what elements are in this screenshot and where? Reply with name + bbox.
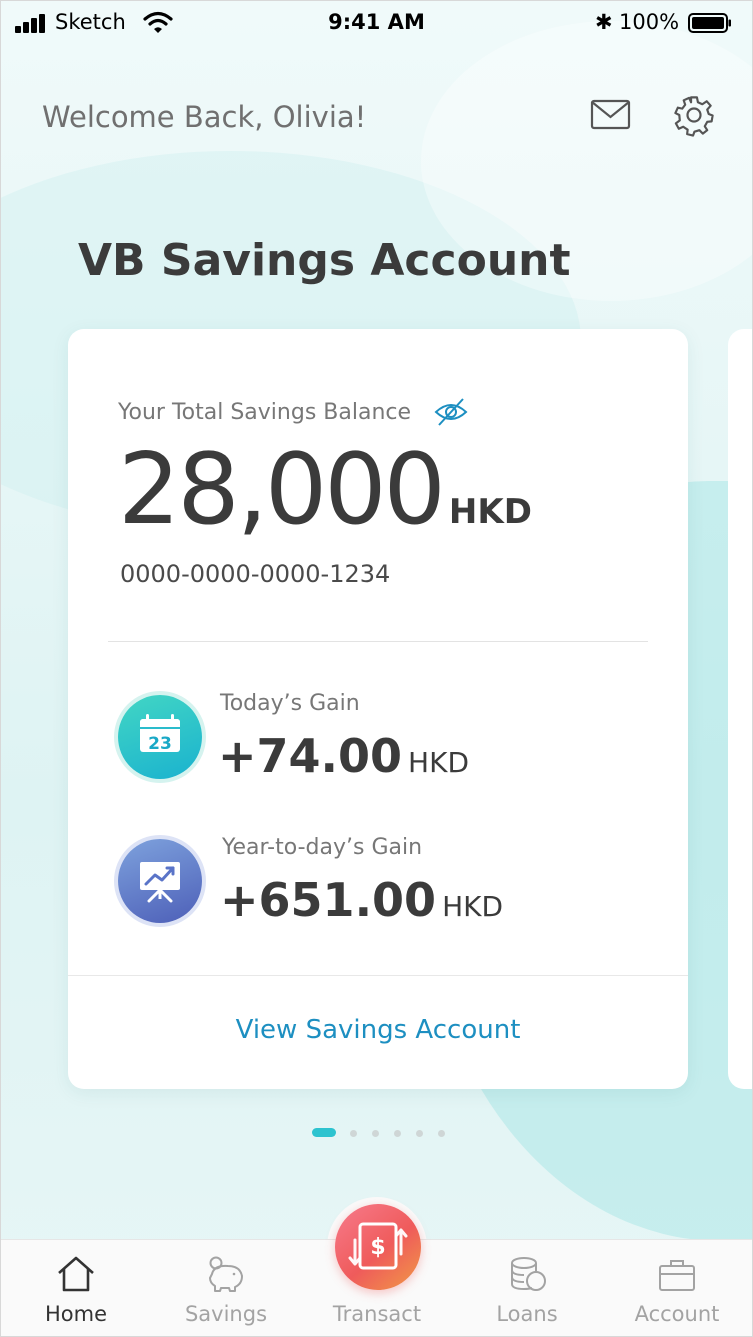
next-account-card[interactable] xyxy=(728,329,752,1089)
today-gain-label: Today’s Gain xyxy=(220,691,360,716)
mail-icon[interactable] xyxy=(589,97,633,133)
ytd-gain-currency: HKD xyxy=(442,890,504,923)
today-gain-value: +74.00 xyxy=(218,729,403,783)
calendar-icon: 23 xyxy=(118,695,202,779)
page-dot-active[interactable] xyxy=(312,1128,336,1137)
divider xyxy=(68,975,688,976)
tab-loans[interactable]: Loans xyxy=(452,1240,602,1336)
tab-account[interactable]: Account xyxy=(602,1240,752,1336)
page-dot[interactable] xyxy=(416,1130,423,1137)
page-title: VB Savings Account xyxy=(78,235,571,286)
svg-text:23: 23 xyxy=(148,734,172,754)
welcome-message: Welcome Back, Olivia! xyxy=(42,100,367,134)
ytd-gain-row: +651.00 HKD xyxy=(220,873,503,927)
savings-account-card: Your Total Savings Balance 28,000 HKD 000… xyxy=(68,329,688,1089)
account-number: 0000-0000-0000-1234 xyxy=(120,560,391,588)
battery-percent: 100% xyxy=(619,10,680,34)
app-screen: Sketch 9:41 AM ✱ 100% Welcome Back, Oliv… xyxy=(0,0,753,1337)
eye-off-icon[interactable] xyxy=(434,397,468,427)
battery-icon xyxy=(688,13,731,33)
transfer-dollar-icon: $ xyxy=(348,1222,408,1270)
tab-label: Account xyxy=(634,1302,720,1326)
piggy-bank-icon xyxy=(209,1256,243,1292)
presentation-chart-icon xyxy=(118,839,202,923)
today-gain-row: +74.00 HKD xyxy=(218,729,469,783)
page-dot[interactable] xyxy=(394,1130,401,1137)
page-dot[interactable] xyxy=(350,1130,357,1137)
balance-label: Your Total Savings Balance xyxy=(118,400,412,425)
status-bar: Sketch 9:41 AM ✱ 100% xyxy=(1,1,752,45)
tab-label: Transact xyxy=(332,1302,422,1326)
briefcase-icon xyxy=(659,1260,695,1291)
tab-label: Loans xyxy=(496,1302,558,1326)
view-savings-account-link[interactable]: View Savings Account xyxy=(68,1015,688,1045)
today-gain-currency: HKD xyxy=(408,746,470,779)
home-icon xyxy=(58,1256,94,1292)
bluetooth-icon: ✱ xyxy=(595,10,613,34)
tab-home[interactable]: Home xyxy=(1,1240,151,1336)
balance-currency: HKD xyxy=(448,492,532,532)
page-dot[interactable] xyxy=(372,1130,379,1137)
balance-row: 28,000 HKD xyxy=(118,433,532,547)
page-dot[interactable] xyxy=(438,1130,445,1137)
tab-label: Savings xyxy=(184,1302,268,1326)
transact-button[interactable]: $ xyxy=(335,1204,421,1290)
ytd-gain-value: +651.00 xyxy=(220,873,437,927)
tab-label: Home xyxy=(44,1302,107,1326)
gear-icon[interactable] xyxy=(672,93,716,137)
divider xyxy=(108,641,648,642)
ytd-gain-label: Year-to-day’s Gain xyxy=(222,835,423,860)
balance-amount: 28,000 xyxy=(118,433,446,547)
svg-text:$: $ xyxy=(370,1235,385,1260)
tab-savings[interactable]: Savings xyxy=(151,1240,301,1336)
coins-icon xyxy=(511,1257,546,1291)
